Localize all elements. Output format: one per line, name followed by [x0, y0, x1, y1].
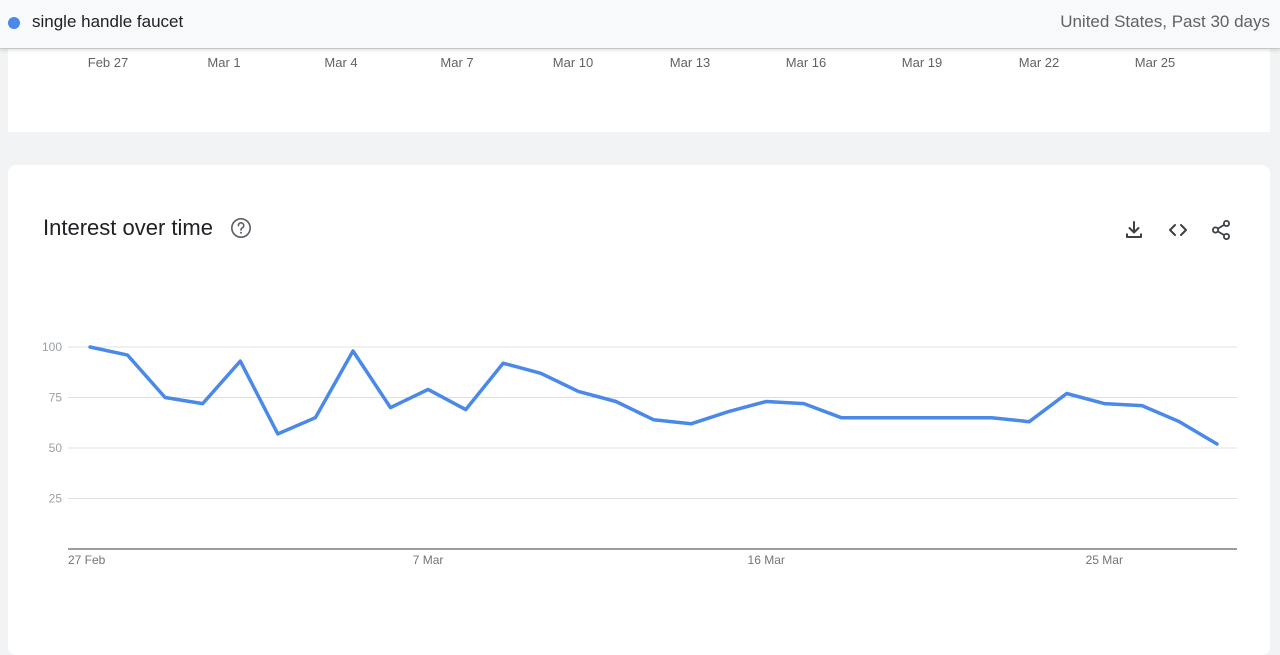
- upper-axis-label: Mar 10: [552, 55, 594, 70]
- upper-axis-label: Mar 1: [207, 55, 241, 70]
- upper-axis-label: Mar 4: [324, 55, 358, 70]
- y-tick-label: 50: [49, 441, 63, 455]
- upper-axis-label: Feb 27: [87, 55, 129, 70]
- upper-axis-label: Mar 19: [901, 55, 943, 70]
- x-tick-label: 7 Mar: [413, 553, 444, 567]
- y-tick-label: 100: [42, 340, 62, 354]
- upper-axis-label: Mar 22: [1018, 55, 1060, 70]
- x-tick-label: 25 Mar: [1086, 553, 1123, 567]
- search-term-bar: single handle faucet United States, Past…: [0, 0, 1280, 49]
- search-term-label[interactable]: single handle faucet: [32, 12, 183, 32]
- previous-chart-axis-card: Feb 27 Mar 1 Mar 4 Mar 7 Mar 10 Mar 13 M…: [8, 49, 1270, 132]
- y-tick-label: 75: [49, 391, 63, 405]
- y-tick-label: 25: [49, 492, 63, 506]
- x-tick-label: 27 Feb: [68, 553, 106, 567]
- interest-line-chart: 25 50 75 100 27 Feb 7 Mar 16 Mar 25 Mar: [42, 340, 1237, 567]
- series-line: [88, 345, 1219, 446]
- upper-axis-label: Mar 13: [669, 55, 711, 70]
- series-color-dot: [8, 17, 20, 29]
- upper-axis-label: Mar 7: [440, 55, 474, 70]
- upper-axis-label: Mar 16: [785, 55, 827, 70]
- upper-axis-label: Mar 25: [1134, 55, 1176, 70]
- region-period-label[interactable]: United States, Past 30 days: [1060, 12, 1270, 32]
- x-tick-label: 16 Mar: [748, 553, 785, 567]
